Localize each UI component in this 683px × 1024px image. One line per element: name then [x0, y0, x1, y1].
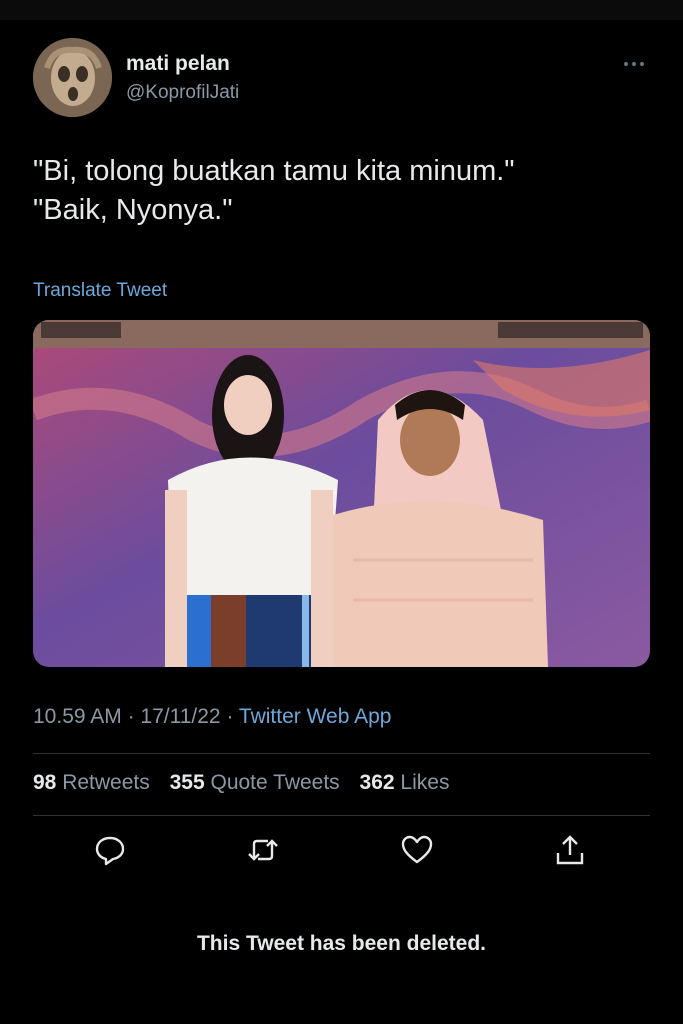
deleted-notice: This Tweet has been deleted.	[196, 932, 487, 955]
avatar[interactable]	[33, 38, 112, 117]
tweet-photo[interactable]	[33, 320, 650, 667]
divider	[33, 815, 650, 816]
meta-separator: ·	[127, 705, 135, 728]
tweet-line: "Bi, tolong buatkan tamu kita minum."	[33, 155, 515, 187]
quote-tweets-label: Quote Tweets	[210, 771, 340, 794]
retweets-count: 98	[33, 771, 57, 794]
reply-icon[interactable]	[93, 833, 127, 867]
tweet-text: "Bi, tolong buatkan tamu kita minum." "B…	[33, 152, 653, 230]
tweet-date: 17/11/22	[140, 705, 221, 728]
retweets-label: Retweets	[62, 771, 150, 794]
tweet-time: 10.59 AM	[33, 705, 122, 728]
user-handle[interactable]: @KoprofilJati	[126, 82, 239, 104]
more-options-icon[interactable]	[620, 52, 650, 76]
tweet-meta: 10.59 AM · 17/11/22 · Twitter Web App	[33, 705, 391, 729]
like-icon[interactable]	[400, 833, 434, 867]
tweet-stats: 98 Retweets 355 Quote Tweets 362 Likes	[33, 771, 463, 795]
likes-stat[interactable]: 362 Likes	[360, 771, 450, 794]
retweets-stat[interactable]: 98 Retweets	[33, 771, 150, 794]
likes-label: Likes	[400, 771, 450, 794]
tweet-source-link[interactable]: Twitter Web App	[239, 705, 392, 728]
tweet-line: "Baik, Nyonya."	[33, 194, 233, 226]
meta-separator: ·	[226, 705, 234, 728]
translate-tweet-link[interactable]: Translate Tweet	[33, 280, 167, 302]
display-name[interactable]: mati pelan	[126, 52, 230, 76]
status-bar	[0, 0, 683, 20]
retweet-icon[interactable]	[246, 833, 280, 867]
divider	[33, 753, 650, 754]
quote-tweets-stat[interactable]: 355 Quote Tweets	[170, 771, 340, 794]
share-icon[interactable]	[553, 833, 587, 867]
quote-tweets-count: 355	[169, 771, 205, 794]
likes-count: 362	[359, 771, 395, 794]
